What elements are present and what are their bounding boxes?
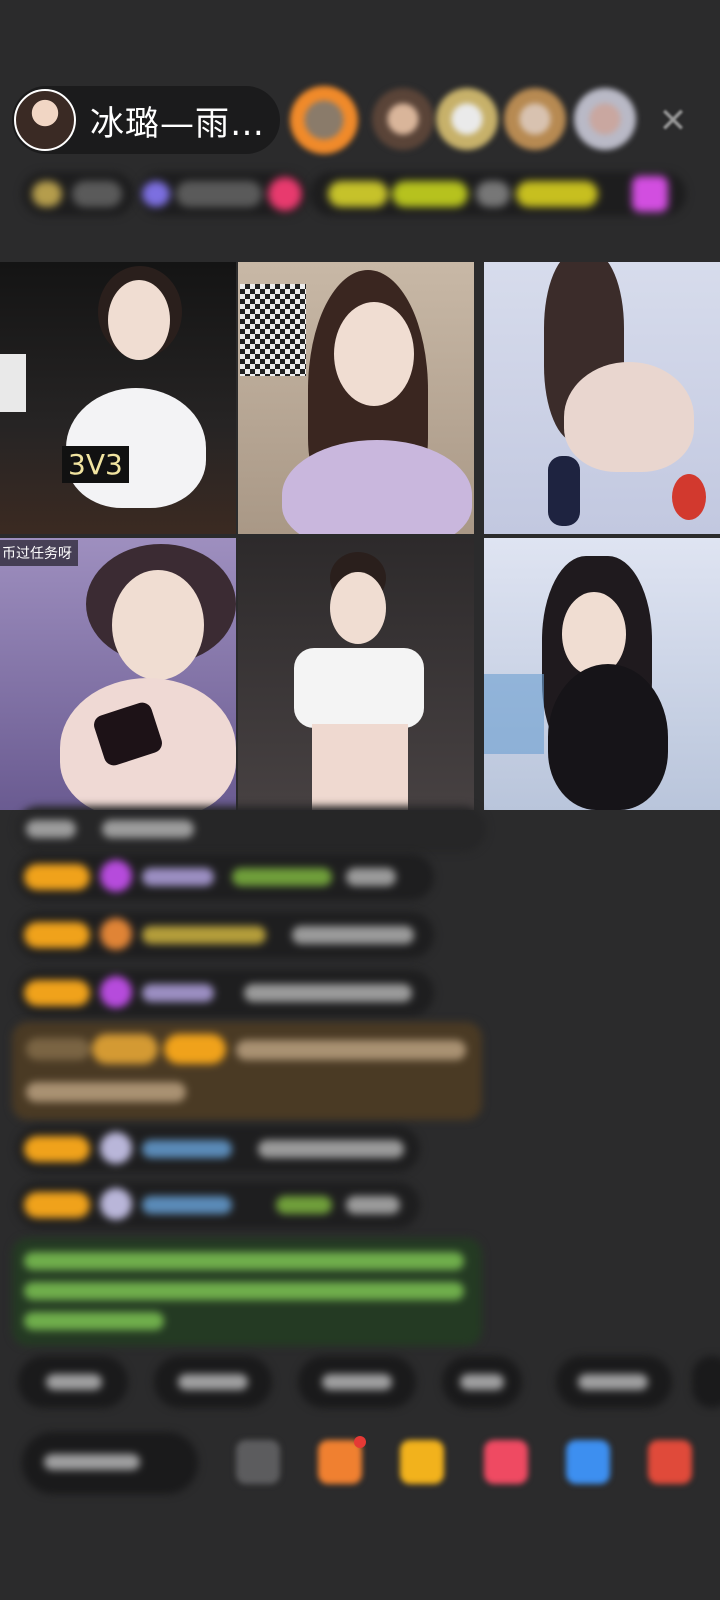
host-avatar[interactable] xyxy=(14,89,76,151)
chat-message[interactable] xyxy=(16,854,434,900)
viewer-avatar-3[interactable] xyxy=(436,88,498,150)
chat-message[interactable] xyxy=(16,1182,420,1228)
quick-reply-6[interactable] xyxy=(692,1356,720,1408)
quick-reply-3[interactable] xyxy=(298,1356,416,1408)
lamp xyxy=(0,354,26,412)
viewer-avatar-4[interactable] xyxy=(504,88,566,150)
hot-pill[interactable] xyxy=(138,172,308,216)
quick-reply-2[interactable] xyxy=(154,1356,272,1408)
close-icon[interactable]: ✕ xyxy=(656,104,690,138)
gift-message[interactable] xyxy=(12,1022,482,1120)
chat-message[interactable] xyxy=(16,1126,420,1172)
gift-icon xyxy=(672,474,706,520)
tile-caption: 币过任务呀 xyxy=(0,540,78,566)
quick-reply-1[interactable] xyxy=(18,1356,128,1408)
rank-pill[interactable] xyxy=(22,172,134,216)
notification-dot xyxy=(354,1436,366,1448)
quick-reply-5[interactable] xyxy=(556,1356,672,1408)
video-tile-2[interactable] xyxy=(238,262,474,534)
host-name: 冰璐—雨… xyxy=(90,103,265,144)
video-tile-4[interactable]: 币过任务呀 xyxy=(0,538,236,810)
multi-guest-video-grid: 3V3 币过任务呀 xyxy=(0,262,720,810)
gift-box-icon[interactable] xyxy=(400,1440,444,1484)
checker-poster xyxy=(240,284,306,376)
share-icon[interactable] xyxy=(236,1440,280,1484)
system-message xyxy=(12,1238,482,1346)
chat-input[interactable] xyxy=(22,1432,198,1494)
viewer-avatar-5[interactable] xyxy=(574,88,636,150)
chat-message[interactable] xyxy=(16,970,434,1016)
microphone xyxy=(548,456,580,526)
game-icon[interactable] xyxy=(566,1440,610,1484)
torso xyxy=(312,724,408,810)
video-tile-3[interactable] xyxy=(484,262,720,534)
live-room-page: 冰璐—雨… ✕ 3V3 币过任务呀 xyxy=(0,0,720,1600)
video-tile-6[interactable] xyxy=(484,538,720,810)
quick-reply-4[interactable] xyxy=(442,1356,522,1408)
chat-message[interactable] xyxy=(16,912,434,958)
wall-art xyxy=(484,674,544,754)
pk-badge: 3V3 xyxy=(62,446,129,483)
activity-banner[interactable] xyxy=(310,172,686,216)
viewer-avatar-2[interactable] xyxy=(372,88,434,150)
gift-icon[interactable] xyxy=(484,1440,528,1484)
video-tile-1[interactable]: 3V3 xyxy=(0,262,236,534)
host-info-pill[interactable]: 冰璐—雨… xyxy=(12,86,280,154)
viewer-avatar-1[interactable] xyxy=(290,86,358,154)
video-tile-5[interactable] xyxy=(238,538,474,810)
chat-message[interactable] xyxy=(16,806,486,852)
more-icon[interactable] xyxy=(648,1440,692,1484)
